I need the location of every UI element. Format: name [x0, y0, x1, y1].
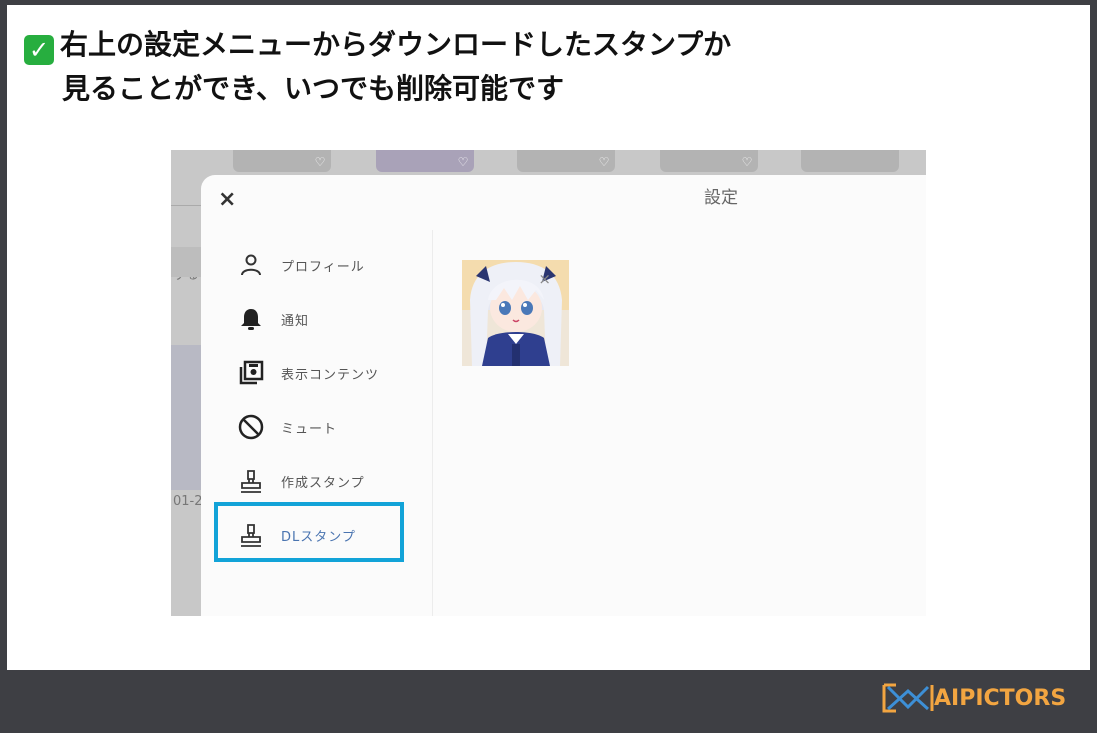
- headline-line-2: 見ることができ、いつでも削除可能です: [62, 72, 565, 105]
- content-icon: [239, 360, 264, 385]
- divider: [171, 205, 201, 206]
- thumbnail[interactable]: ♡: [517, 150, 615, 172]
- slide: ✓ 右上の設定メニューからダウンロードしたスタンプか 見ることができ、いつでも削除…: [7, 5, 1090, 670]
- block-icon: [238, 414, 264, 440]
- sidebar-item-notifications[interactable]: 通知: [237, 301, 417, 337]
- sidebar-item-label: 通知: [281, 313, 310, 329]
- background-image: [171, 345, 201, 490]
- thumbnail[interactable]: ♡: [376, 150, 474, 172]
- thumbnail[interactable]: [801, 150, 899, 172]
- sidebar-item-mute[interactable]: ミュート: [237, 409, 417, 445]
- thumbnail-strip: ♡ ♡ ♡ ♡: [171, 150, 926, 176]
- background-search-box: [171, 247, 201, 277]
- settings-panel: × 設定 プロフィール 通知 表示コンテンツ ミュート 作成スタンプ DLスタン…: [201, 175, 926, 616]
- heart-icon[interactable]: ♡: [456, 156, 470, 169]
- sidebar-item-label: 表示コンテンツ: [281, 367, 380, 383]
- person-icon: [241, 254, 261, 276]
- brand-logo: AIPICTORS: [882, 678, 1066, 718]
- remove-stamp-button[interactable]: ×: [538, 270, 551, 288]
- heart-icon[interactable]: ♡: [597, 156, 611, 169]
- thumbnail[interactable]: ♡: [233, 150, 331, 172]
- sidebar-item-profile[interactable]: プロフィール: [237, 247, 417, 283]
- downloaded-stamp[interactable]: ×: [462, 260, 569, 366]
- panel-title: 設定: [704, 188, 738, 208]
- app-screenshot: ♡ ♡ ♡ ♡ する 01-2 × 設定 プロフィール: [171, 150, 926, 616]
- heart-icon[interactable]: ♡: [313, 156, 327, 169]
- background-text: 01-2: [173, 494, 203, 509]
- brand-name: AIPICTORS: [934, 685, 1067, 711]
- close-button[interactable]: ×: [218, 187, 236, 212]
- highlight-box: [214, 502, 404, 562]
- sidebar-item-label: 作成スタンプ: [281, 475, 365, 491]
- check-mark-icon: ✓: [24, 35, 54, 65]
- headline: ✓ 右上の設定メニューからダウンロードしたスタンプか 見ることができ、いつでも削除…: [24, 23, 1024, 111]
- bell-icon: [241, 309, 261, 330]
- sidebar-item-label: プロフィール: [281, 259, 365, 275]
- sidebar-item-label: ミュート: [281, 421, 338, 437]
- headline-line-1: 右上の設定メニューからダウンロードしたスタンプか: [60, 28, 732, 61]
- sidebar-item-created-stamps[interactable]: 作成スタンプ: [237, 463, 417, 499]
- stamp-image: [462, 260, 569, 366]
- sidebar-item-content[interactable]: 表示コンテンツ: [237, 355, 417, 391]
- heart-icon[interactable]: ♡: [740, 156, 754, 169]
- thumbnail[interactable]: ♡: [660, 150, 758, 172]
- settings-sidebar: プロフィール 通知 表示コンテンツ ミュート 作成スタンプ DLスタンプ: [201, 230, 433, 616]
- stamp-icon: [241, 470, 261, 493]
- aipictors-logo-icon: [882, 683, 934, 713]
